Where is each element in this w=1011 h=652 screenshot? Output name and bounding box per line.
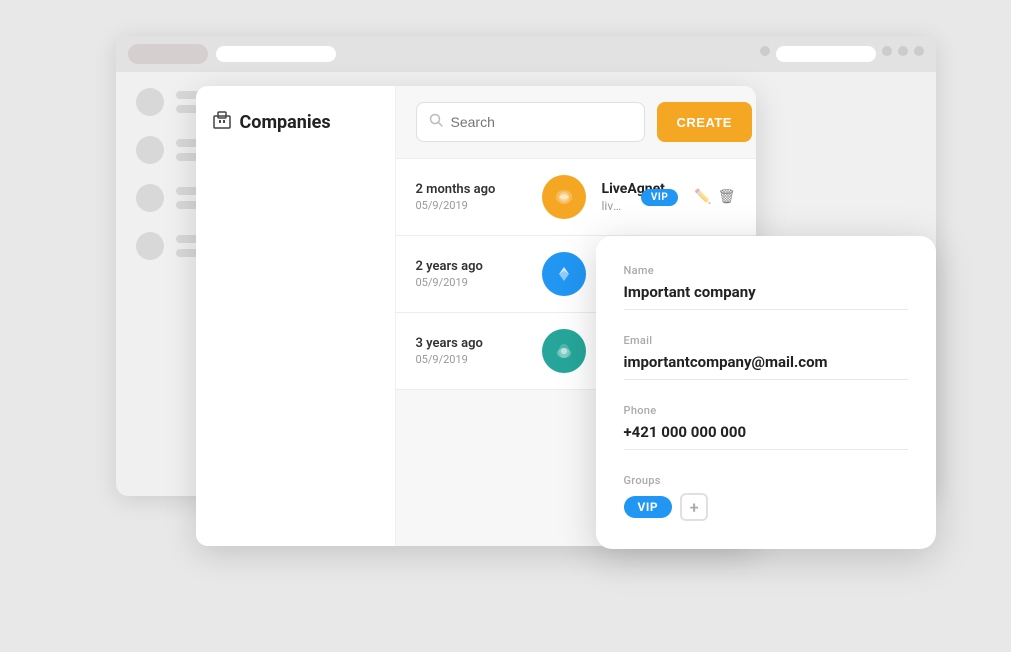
date-3: 05/9/2019 <box>416 353 526 366</box>
groups-label: Groups <box>624 474 908 487</box>
company-email-1: liveagent@email.com <box>602 199 625 213</box>
name-label: Name <box>624 264 908 277</box>
companies-icon <box>212 110 232 135</box>
company-time-3: 3 years ago 05/9/2019 <box>416 336 526 366</box>
dot-3 <box>898 46 908 56</box>
company-time-1: 2 months ago 05/9/2019 <box>416 182 526 212</box>
search-box[interactable] <box>416 102 645 142</box>
detail-groups-field: Groups VIP + <box>624 474 908 521</box>
detail-phone-field: Phone +421 000 000 000 <box>624 404 908 450</box>
tab-bar <box>116 36 936 72</box>
date-1: 05/9/2019 <box>416 199 526 212</box>
address-bar-2 <box>776 46 876 62</box>
date-2: 05/9/2019 <box>416 276 526 289</box>
phone-value: +421 000 000 000 <box>624 423 908 450</box>
create-button[interactable]: CREATE <box>657 102 752 142</box>
email-label: Email <box>624 334 908 347</box>
dot-4 <box>914 46 924 56</box>
sidebar: Companies <box>196 86 396 546</box>
avatar-postaffiliate <box>542 252 586 296</box>
vip-badge-1: VIP <box>641 189 678 206</box>
phone-label: Phone <box>624 404 908 417</box>
add-group-button[interactable]: + <box>680 493 708 521</box>
company-time-2: 2 years ago 05/9/2019 <box>416 259 526 289</box>
avatar-liveagnet <box>542 175 586 219</box>
toolbar: CREATE <box>396 86 756 159</box>
search-icon <box>429 113 443 131</box>
address-dots <box>760 46 924 62</box>
ago-3: 3 years ago <box>416 336 526 351</box>
detail-panel: Name Important company Email importantco… <box>596 236 936 549</box>
row-actions-1: ✏️ 🗑 <box>694 189 735 205</box>
dot-1 <box>760 46 770 56</box>
avatar-qualityunit <box>542 329 586 373</box>
ago-1: 2 months ago <box>416 182 526 197</box>
search-input[interactable] <box>451 114 632 130</box>
company-info-1: LiveAgnet liveagent@email.com <box>602 181 625 213</box>
sidebar-title: Companies <box>212 110 379 135</box>
dot-2 <box>882 46 892 56</box>
company-name-1: LiveAgnet <box>602 181 625 197</box>
tab-pill <box>128 44 208 64</box>
edit-icon[interactable]: ✏️ <box>694 189 711 205</box>
email-value: importantcompany@mail.com <box>624 353 908 380</box>
name-value: Important company <box>624 283 908 310</box>
companies-label: Companies <box>240 112 331 133</box>
company-row-liveagnet[interactable]: 2 months ago 05/9/2019 LiveAgnet l <box>396 159 756 236</box>
detail-name-field: Name Important company <box>624 264 908 310</box>
address-bar <box>216 46 336 62</box>
delete-icon[interactable]: 🗑 <box>718 189 736 205</box>
groups-row: VIP + <box>624 493 908 521</box>
ago-2: 2 years ago <box>416 259 526 274</box>
detail-email-field: Email importantcompany@mail.com <box>624 334 908 380</box>
vip-tag[interactable]: VIP <box>624 496 673 518</box>
